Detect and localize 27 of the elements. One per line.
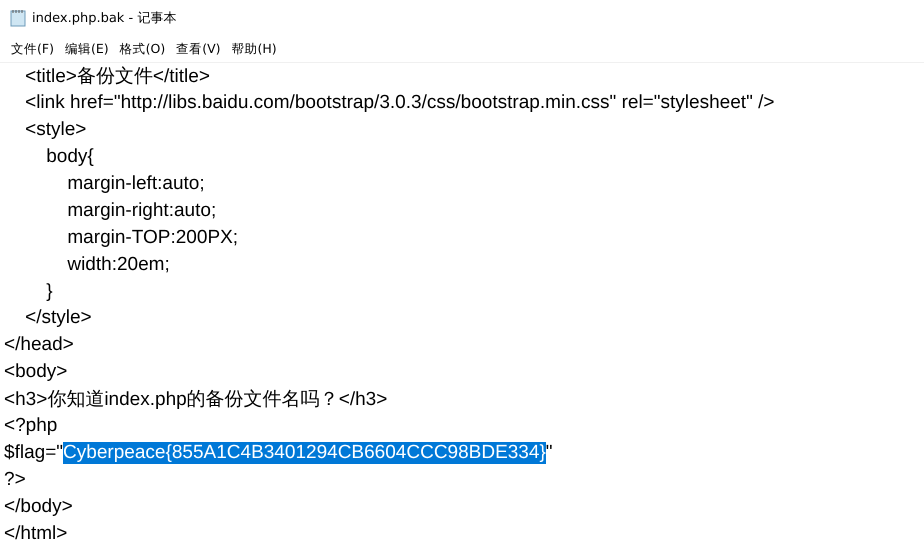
- code-text: <body>: [4, 361, 68, 384]
- menu-item[interactable]: 查看(V): [171, 40, 226, 58]
- selected-text: Cyberpeace{855A1C4B3401294CB6604CCC98BDE334}: [63, 442, 546, 464]
- code-text: }: [45, 280, 53, 303]
- code-text: width:20em;: [66, 254, 170, 276]
- code-text: <style>: [24, 119, 86, 142]
- code-text: $flag=": [4, 442, 64, 464]
- menu-item[interactable]: 编辑(E): [60, 40, 114, 58]
- menu-item[interactable]: 格式(O): [114, 40, 170, 58]
- code-text: ": [546, 442, 553, 464]
- code-text: ?>: [4, 468, 26, 491]
- code-text: </html>: [4, 522, 68, 545]
- code-text: margin-left:auto;: [66, 173, 205, 195]
- code-text: <link href="http://libs.baidu.com/bootstrap/3.0.3/css/bootstrap.min.css" rel="stylesheet" />: [24, 92, 774, 114]
- code-text: margin-right:auto;: [66, 200, 216, 222]
- code-text: </head>: [4, 334, 74, 356]
- code-text: </body>: [4, 496, 73, 518]
- window-title: index.php.bak - 记事本: [32, 10, 176, 27]
- code-text: <title>备份文件</title>: [24, 65, 210, 90]
- code-text: <?php: [4, 415, 58, 438]
- menu-item[interactable]: 文件(F): [6, 40, 59, 58]
- code-text: margin-TOP:200PX;: [66, 226, 238, 249]
- code-text: <h3>你知道index.php的备份文件名吗？</h3>: [4, 388, 388, 412]
- menu-item[interactable]: 帮助(H): [226, 40, 282, 58]
- code-text: </style>: [24, 307, 92, 330]
- code-text: body{: [45, 146, 94, 168]
- notepad-icon: [10, 9, 26, 27]
